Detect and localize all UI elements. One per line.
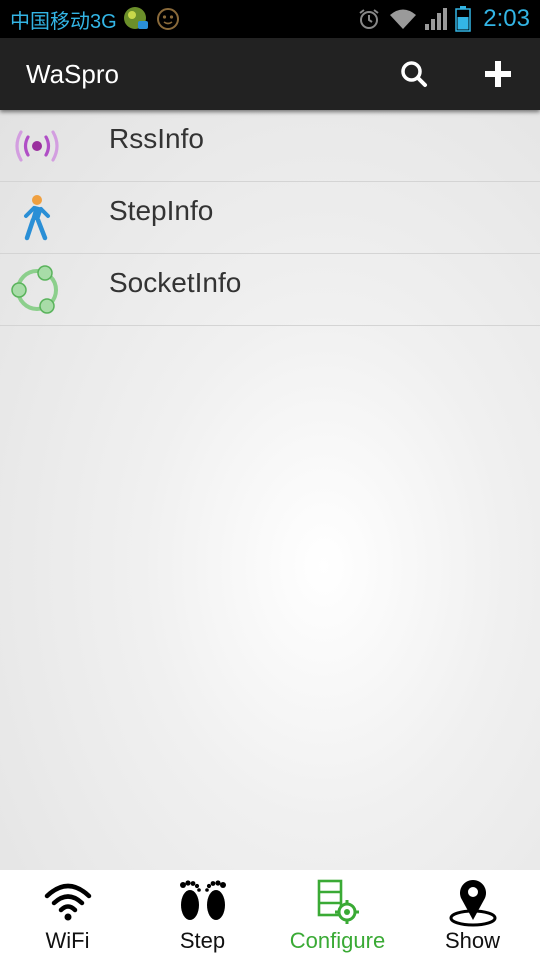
tab-step[interactable]: Step: [135, 870, 270, 960]
search-button[interactable]: [382, 38, 446, 110]
tab-configure[interactable]: Configure: [270, 870, 405, 960]
tab-label: Show: [444, 928, 501, 953]
add-button[interactable]: [466, 38, 530, 110]
tab-wifi[interactable]: WiFi: [0, 870, 135, 960]
alarm-icon: [357, 7, 381, 31]
list-item-stepinfo[interactable]: StepInfo: [0, 182, 540, 254]
status-bar: 中国移动3G 2:03: [0, 0, 540, 38]
list-item-label: StepInfo: [109, 195, 214, 226]
content-area: RssInfo StepInfo SocketInfo: [0, 110, 540, 870]
app-notification-icon: [123, 6, 149, 32]
battery-icon: [455, 6, 472, 32]
search-icon: [401, 61, 427, 87]
walking-person-icon: [10, 192, 64, 244]
map-pin-icon: [405, 876, 540, 928]
clock: 2:03: [483, 5, 530, 32]
rss-broadcast-icon: [10, 120, 64, 172]
list-item-socketinfo[interactable]: SocketInfo: [0, 254, 540, 326]
carrier-label: 中国移动3G: [10, 10, 117, 33]
app-title: WaSpro: [26, 59, 119, 89]
tab-label: Step: [179, 928, 226, 953]
configure-icon: [270, 876, 405, 928]
cell-signal-icon: [425, 7, 448, 31]
status-right: 2:03: [357, 0, 530, 38]
wifi-icon: [0, 876, 135, 928]
bottom-nav: WiFi Step Configure Show: [0, 870, 540, 960]
wifi-signal-icon: [389, 7, 417, 31]
list-item-label: SocketInfo: [109, 267, 242, 298]
list-item-rssinfo[interactable]: RssInfo: [0, 110, 540, 182]
face-icon: [155, 6, 181, 32]
footprints-icon: [135, 876, 270, 928]
list-item-label: RssInfo: [109, 123, 204, 154]
add-icon: [485, 61, 511, 87]
tab-show[interactable]: Show: [405, 870, 540, 960]
network-nodes-icon: [10, 264, 64, 316]
action-bar: WaSpro: [0, 38, 540, 110]
tab-label: Configure: [289, 928, 386, 953]
tab-label: WiFi: [45, 928, 90, 953]
status-left: 中国移动3G: [10, 0, 181, 38]
